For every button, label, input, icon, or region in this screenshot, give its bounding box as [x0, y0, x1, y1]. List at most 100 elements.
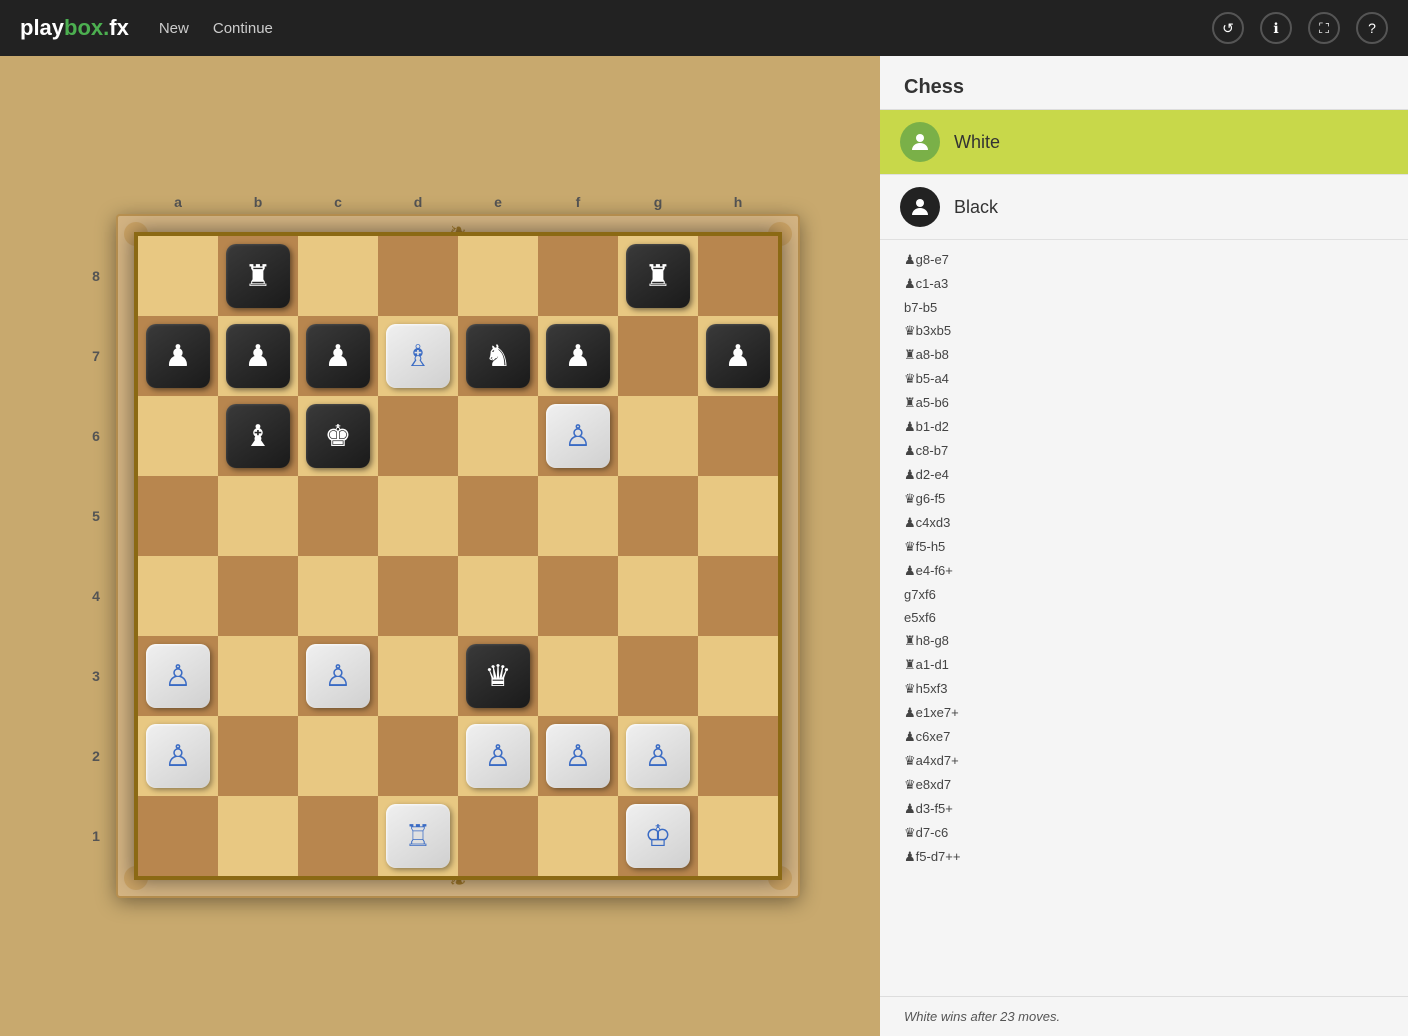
cell-f7[interactable]: ♟ — [538, 316, 618, 396]
cell-c1[interactable] — [298, 796, 378, 876]
cell-a1[interactable] — [138, 796, 218, 876]
piece-g2[interactable]: ♙ — [626, 724, 690, 788]
info-icon[interactable]: ℹ — [1260, 12, 1292, 44]
piece-c3[interactable]: ♙ — [306, 644, 370, 708]
cell-g4[interactable] — [618, 556, 698, 636]
piece-d7[interactable]: ♗ — [386, 324, 450, 388]
player-white[interactable]: White — [880, 110, 1408, 175]
cell-c6[interactable]: ♚ — [298, 396, 378, 476]
cell-d3[interactable] — [378, 636, 458, 716]
cell-d7[interactable]: ♗ — [378, 316, 458, 396]
piece-e2[interactable]: ♙ — [466, 724, 530, 788]
piece-f6[interactable]: ♙ — [546, 404, 610, 468]
cell-d2[interactable] — [378, 716, 458, 796]
move-item-13[interactable]: ♟e4-f6+ — [880, 559, 1408, 583]
cell-e6[interactable] — [458, 396, 538, 476]
move-item-4[interactable]: ♜a8-b8 — [880, 343, 1408, 367]
cell-d8[interactable] — [378, 236, 458, 316]
fullscreen-icon[interactable]: ⛶ — [1308, 12, 1340, 44]
piece-a7[interactable]: ♟ — [146, 324, 210, 388]
cell-a5[interactable] — [138, 476, 218, 556]
piece-e7[interactable]: ♞ — [466, 324, 530, 388]
cell-c2[interactable] — [298, 716, 378, 796]
cell-g6[interactable] — [618, 396, 698, 476]
cell-b5[interactable] — [218, 476, 298, 556]
piece-b6[interactable]: ♝ — [226, 404, 290, 468]
move-item-12[interactable]: ♛f5-h5 — [880, 535, 1408, 559]
cell-e8[interactable] — [458, 236, 538, 316]
cell-f2[interactable]: ♙ — [538, 716, 618, 796]
piece-f7[interactable]: ♟ — [546, 324, 610, 388]
cell-e3[interactable]: ♛ — [458, 636, 538, 716]
move-item-19[interactable]: ♟e1xe7+ — [880, 701, 1408, 725]
cell-h6[interactable] — [698, 396, 778, 476]
cell-a8[interactable] — [138, 236, 218, 316]
cell-c8[interactable] — [298, 236, 378, 316]
cell-h7[interactable]: ♟ — [698, 316, 778, 396]
cell-h8[interactable] — [698, 236, 778, 316]
cell-b1[interactable] — [218, 796, 298, 876]
move-item-24[interactable]: ♛d7-c6 — [880, 821, 1408, 845]
cell-h2[interactable] — [698, 716, 778, 796]
cell-f8[interactable] — [538, 236, 618, 316]
cell-g7[interactable] — [618, 316, 698, 396]
piece-c7[interactable]: ♟ — [306, 324, 370, 388]
cell-g2[interactable]: ♙ — [618, 716, 698, 796]
nav-new[interactable]: New — [159, 20, 189, 37]
piece-b8[interactable]: ♜ — [226, 244, 290, 308]
move-item-14[interactable]: g7xf6 — [880, 583, 1408, 606]
cell-c7[interactable]: ♟ — [298, 316, 378, 396]
move-item-9[interactable]: ♟d2-e4 — [880, 463, 1408, 487]
cell-e4[interactable] — [458, 556, 538, 636]
piece-f2[interactable]: ♙ — [546, 724, 610, 788]
cell-d6[interactable] — [378, 396, 458, 476]
cell-b6[interactable]: ♝ — [218, 396, 298, 476]
piece-c6[interactable]: ♚ — [306, 404, 370, 468]
player-black[interactable]: Black — [880, 175, 1408, 240]
cell-f6[interactable]: ♙ — [538, 396, 618, 476]
cell-c3[interactable]: ♙ — [298, 636, 378, 716]
cell-d4[interactable] — [378, 556, 458, 636]
cell-a3[interactable]: ♙ — [138, 636, 218, 716]
move-item-15[interactable]: e5xf6 — [880, 606, 1408, 629]
cell-b2[interactable] — [218, 716, 298, 796]
cell-b8[interactable]: ♜ — [218, 236, 298, 316]
cell-a7[interactable]: ♟ — [138, 316, 218, 396]
move-item-18[interactable]: ♛h5xf3 — [880, 677, 1408, 701]
cell-h1[interactable] — [698, 796, 778, 876]
move-item-20[interactable]: ♟c6xe7 — [880, 725, 1408, 749]
move-item-21[interactable]: ♛a4xd7+ — [880, 749, 1408, 773]
cell-h5[interactable] — [698, 476, 778, 556]
piece-a3[interactable]: ♙ — [146, 644, 210, 708]
cell-e1[interactable] — [458, 796, 538, 876]
cell-b4[interactable] — [218, 556, 298, 636]
move-item-11[interactable]: ♟c4xd3 — [880, 511, 1408, 535]
cell-b3[interactable] — [218, 636, 298, 716]
nav-continue[interactable]: Continue — [213, 20, 273, 37]
cell-g3[interactable] — [618, 636, 698, 716]
piece-a2[interactable]: ♙ — [146, 724, 210, 788]
move-item-10[interactable]: ♛g6-f5 — [880, 487, 1408, 511]
cell-f4[interactable] — [538, 556, 618, 636]
cell-e2[interactable]: ♙ — [458, 716, 538, 796]
move-item-16[interactable]: ♜h8-g8 — [880, 629, 1408, 653]
move-item-25[interactable]: ♟f5-d7++ — [880, 845, 1408, 869]
move-item-8[interactable]: ♟c8-b7 — [880, 439, 1408, 463]
cell-d1[interactable]: ♖ — [378, 796, 458, 876]
cell-h4[interactable] — [698, 556, 778, 636]
move-item-23[interactable]: ♟d3-f5+ — [880, 797, 1408, 821]
cell-c5[interactable] — [298, 476, 378, 556]
cell-c4[interactable] — [298, 556, 378, 636]
cell-e5[interactable] — [458, 476, 538, 556]
move-item-6[interactable]: ♜a5-b6 — [880, 391, 1408, 415]
cell-g1[interactable]: ♔ — [618, 796, 698, 876]
piece-g8[interactable]: ♜ — [626, 244, 690, 308]
cell-f1[interactable] — [538, 796, 618, 876]
piece-g1[interactable]: ♔ — [626, 804, 690, 868]
piece-e3[interactable]: ♛ — [466, 644, 530, 708]
moves-list[interactable]: ♟g8-e7♟c1-a3b7-b5♛b3xb5♜a8-b8♛b5-a4♜a5-b… — [880, 240, 1408, 996]
cell-a6[interactable] — [138, 396, 218, 476]
cell-b7[interactable]: ♟ — [218, 316, 298, 396]
piece-d1[interactable]: ♖ — [386, 804, 450, 868]
cell-d5[interactable] — [378, 476, 458, 556]
